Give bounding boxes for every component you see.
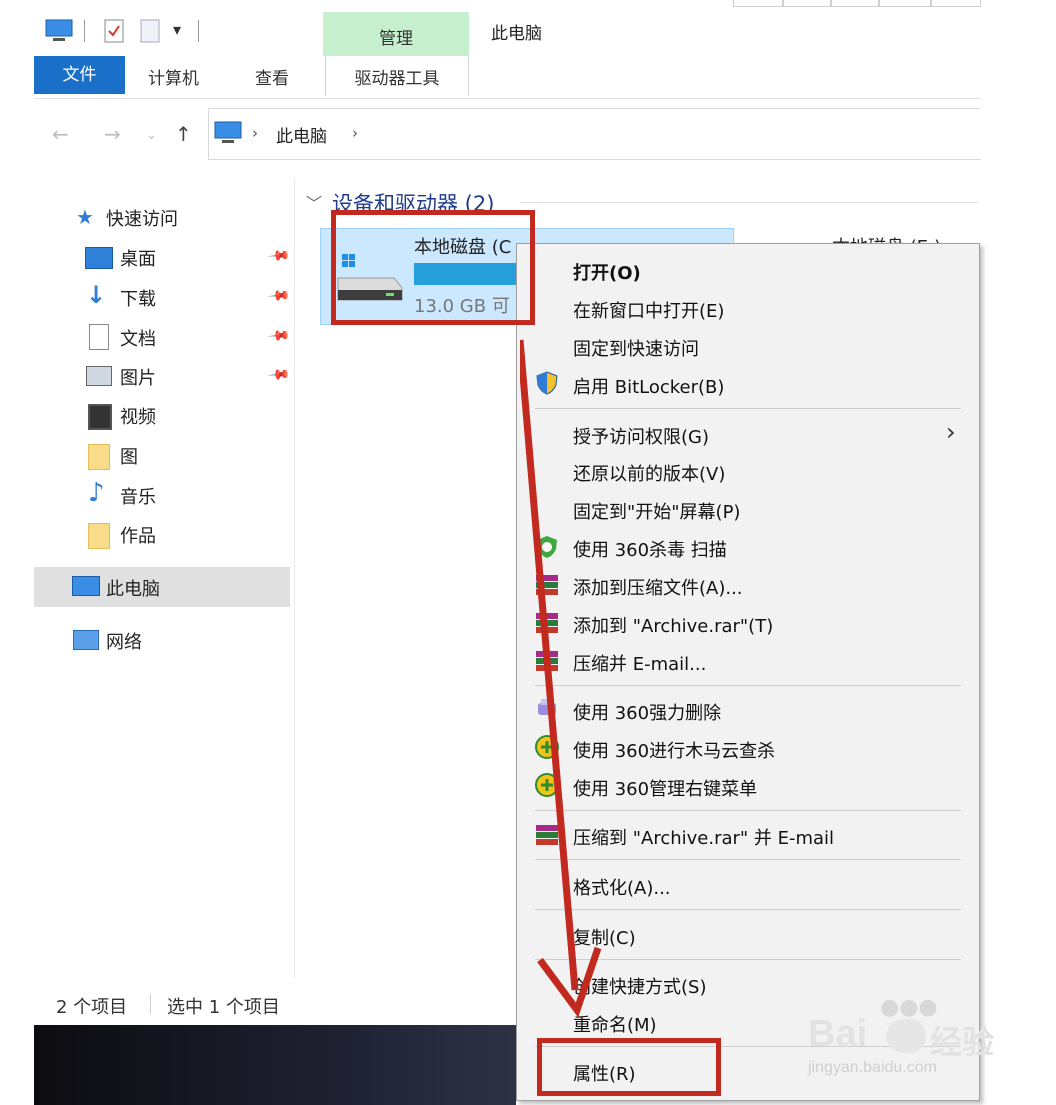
qat-customize-icon[interactable]: ▾ [173,20,181,39]
menu-item-compress-rar-email[interactable]: 压缩到 "Archive.rar" 并 E-mail [573,824,834,850]
annotation-box-properties [537,1038,721,1096]
music-note-icon: ♪ [88,478,105,508]
computer-icon [214,121,242,143]
qat-divider [84,20,85,42]
qat-divider [198,20,199,42]
menu-item-open[interactable]: 打开(O) [573,259,641,285]
document-icon [89,324,109,350]
menu-item-open-new-window[interactable]: 在新窗口中打开(E) [573,297,724,323]
breadcrumb-separator-icon[interactable]: › [252,124,258,142]
status-selected-count: 选中 1 个项目 [167,997,280,1018]
baidu-jingyan-watermark: ●●● Bai 经验 jingyan.baidu.com [800,995,1010,1085]
properties-icon[interactable] [103,18,125,44]
watermark-paw-icon: ●●● [880,995,938,1020]
download-arrow-icon: ↓ [86,281,107,309]
tab-computer[interactable]: 计算机 [148,64,199,89]
tab-view[interactable]: 查看 [255,64,289,89]
drive-e-name[interactable]: 本地磁盘 (E:) [832,233,941,243]
top-edge-box [733,0,783,7]
folder-icon [88,444,110,470]
annotation-box-drive [331,210,535,325]
watermark-du [886,1019,926,1053]
computer-icon[interactable] [44,18,74,44]
drive-tools-label: 驱动器工具 [354,69,440,89]
submenu-arrow-icon: › [946,418,956,446]
nav-works[interactable]: 作品 [120,522,156,548]
top-edge-box [879,0,931,7]
top-edge-box [931,0,981,7]
manage-context-band: 管理 [323,12,469,56]
star-icon: ★ [76,205,94,229]
new-folder-icon[interactable] [139,18,161,44]
desktop-background [34,1025,516,1105]
watermark-url: jingyan.baidu.com [808,1059,937,1076]
desktop-icon [85,247,113,269]
pictures-icon [86,366,112,386]
nav-desktop[interactable]: 桌面 [120,245,156,271]
nav-downloads[interactable]: 下载 [120,285,156,311]
nav-quick-access[interactable]: 快速访问 [106,205,178,231]
computer-icon [72,576,100,596]
watermark-brand: Bai [808,1013,868,1055]
manage-label: 管理 [379,29,413,49]
forward-button[interactable]: → [104,122,121,146]
nav-pictures[interactable]: 图片 [120,364,156,390]
watermark-brand-cn: 经验 [930,1023,995,1061]
recent-locations-button[interactable]: ⌄ [146,128,157,143]
folder-icon [88,523,110,549]
video-icon [88,404,112,430]
status-divider [150,994,151,1014]
window-title: 此电脑 [491,24,542,44]
breadcrumb-separator-icon[interactable]: › [352,124,358,142]
ribbon-divider [34,98,980,99]
up-button[interactable]: ↑ [175,122,192,146]
top-edge-box [783,0,831,7]
breadcrumb-this-pc[interactable]: 此电脑 [276,122,327,147]
nav-documents[interactable]: 文档 [120,325,156,351]
nav-folder-tu[interactable]: 图 [120,443,138,469]
group-header-line [520,202,978,203]
file-tab[interactable]: 文件 [34,56,125,94]
nav-music[interactable]: 音乐 [120,483,156,509]
nav-this-pc[interactable]: 此电脑 [106,575,160,601]
tab-drive-tools[interactable]: 驱动器工具 [325,56,469,96]
chevron-down-icon[interactable]: ﹀ [306,190,322,214]
nav-videos[interactable]: 视频 [120,403,156,429]
back-button[interactable]: ← [52,122,69,146]
top-edge-box [831,0,879,7]
annotation-arrow [520,339,602,1018]
status-item-count: 2 个项目 [56,997,128,1018]
nav-network[interactable]: 网络 [106,628,142,654]
network-icon [73,630,99,650]
